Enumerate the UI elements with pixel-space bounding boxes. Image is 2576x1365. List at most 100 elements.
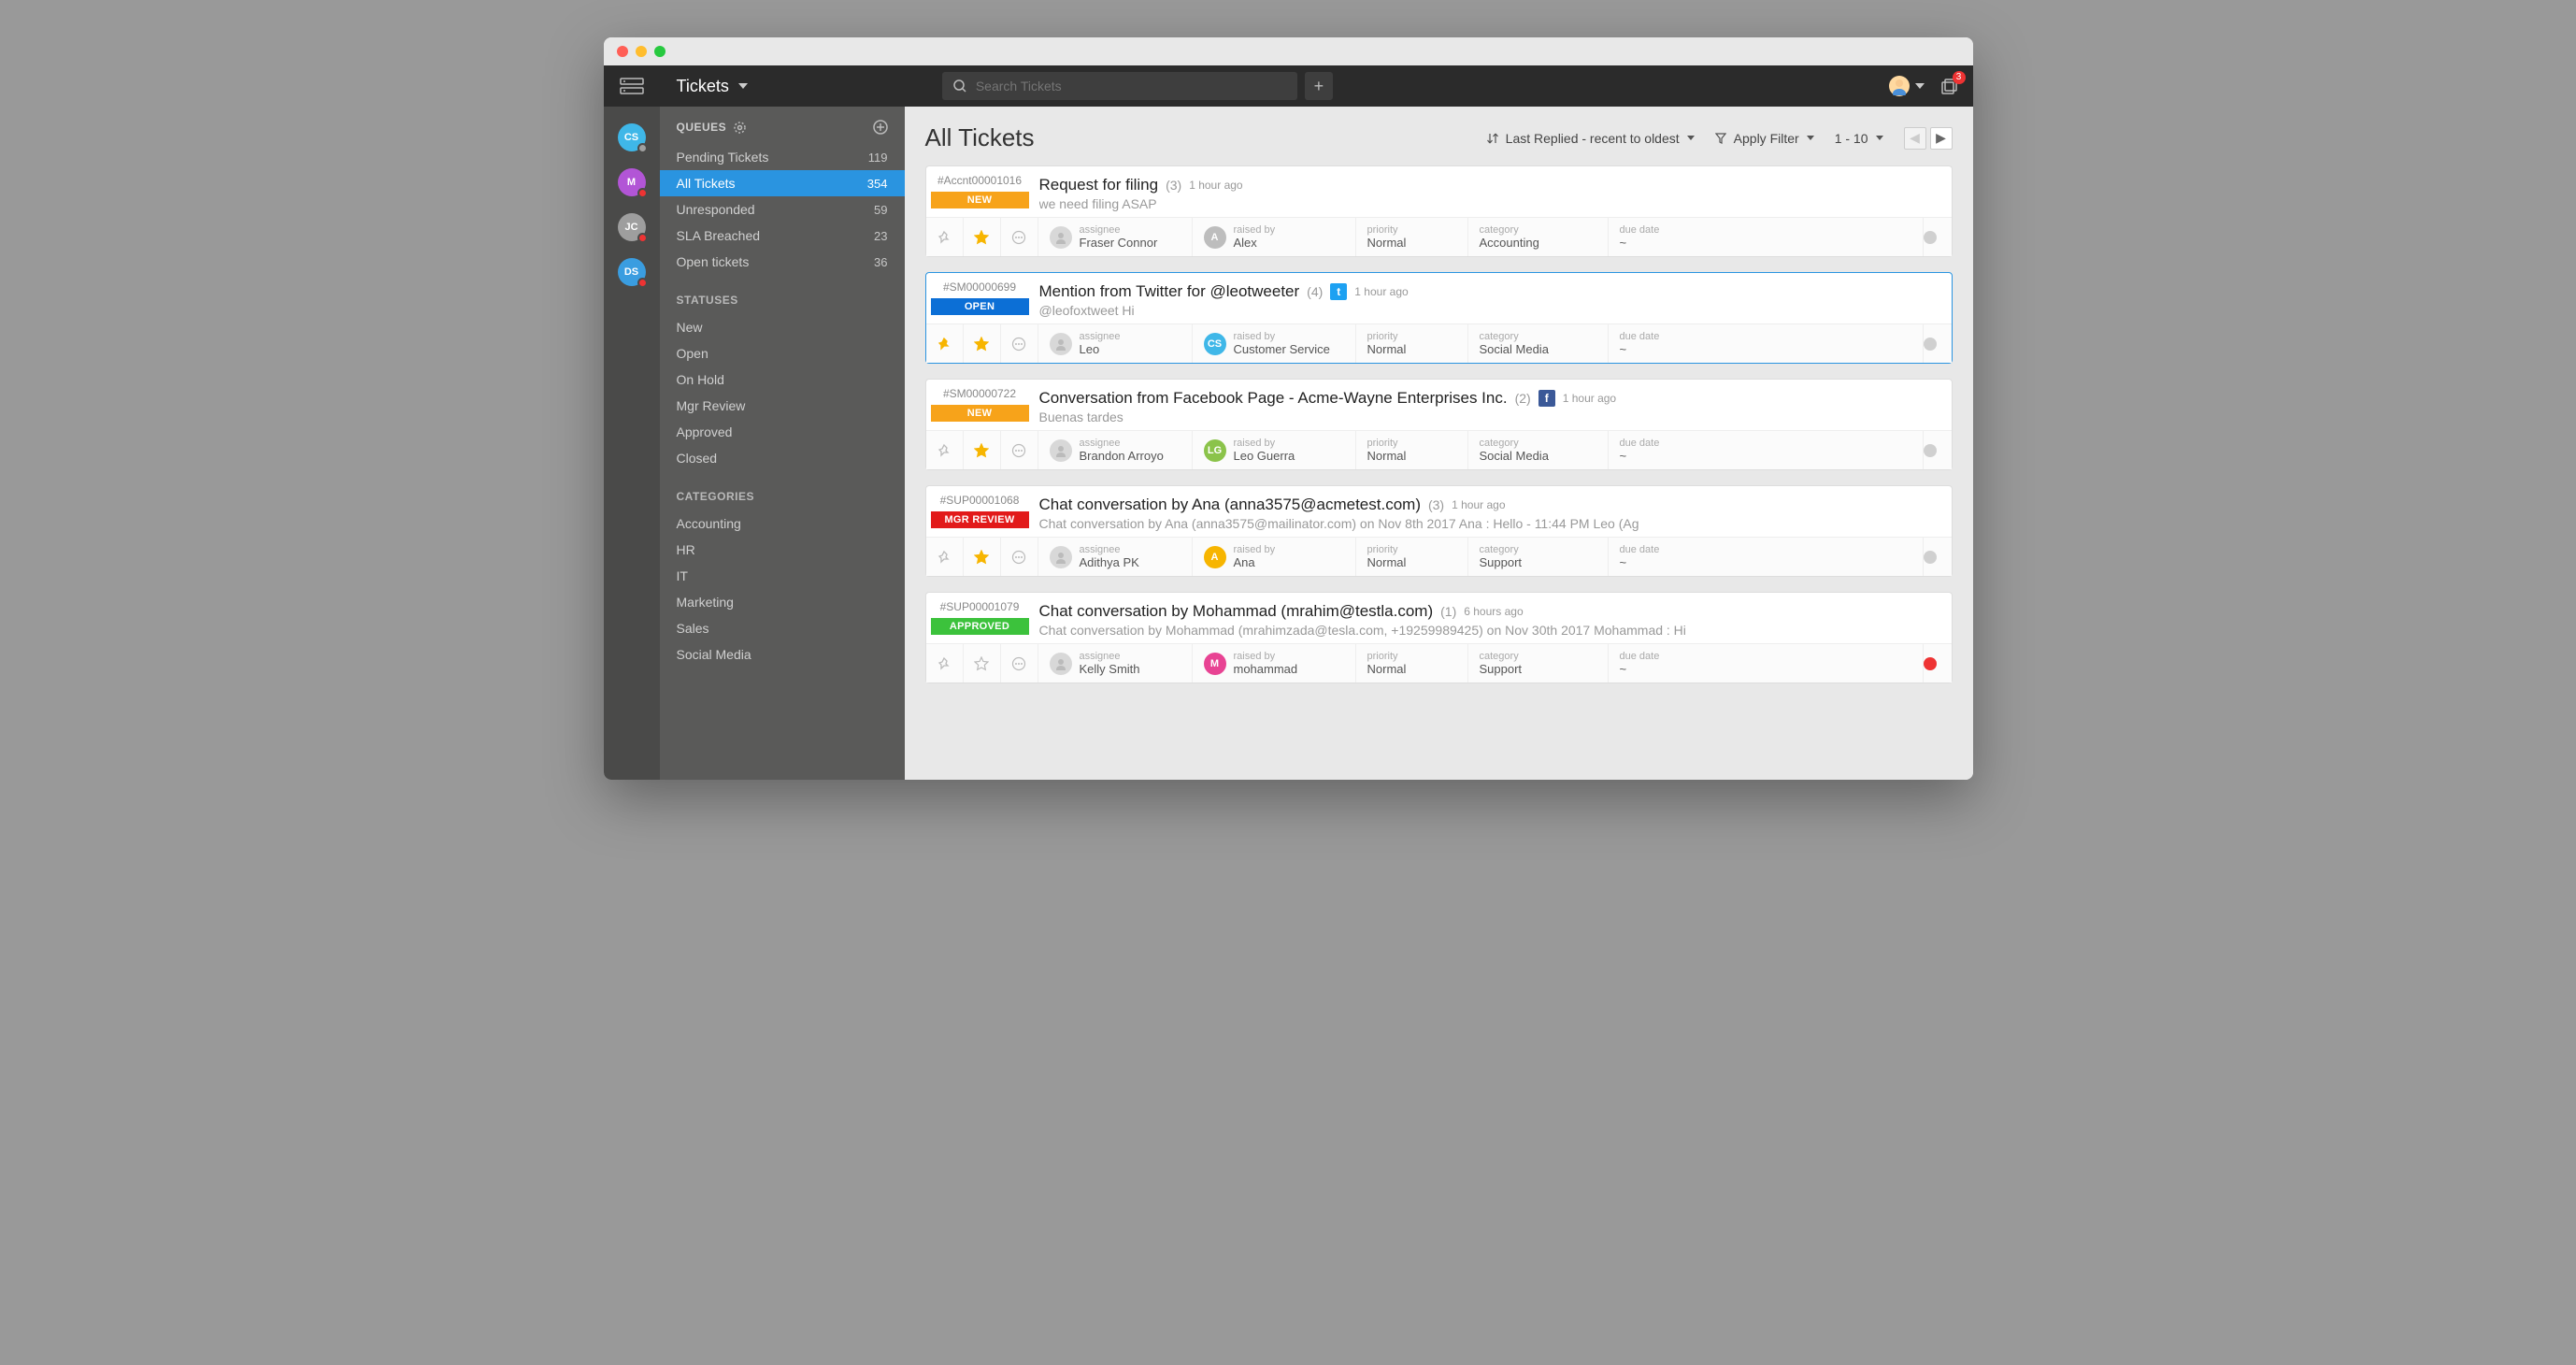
module-label: Tickets — [677, 77, 729, 96]
pin-button[interactable] — [926, 324, 964, 363]
status-dot-icon — [637, 143, 648, 153]
sidebar-status-item[interactable]: Approved — [660, 419, 905, 445]
sidebar-category-item[interactable]: Marketing — [660, 589, 905, 615]
ticket-card[interactable]: #SUP00001068 MGR REVIEW Chat conversatio… — [925, 485, 1953, 577]
ticket-time: 1 hour ago — [1563, 392, 1616, 405]
category-label: Social Media — [677, 647, 751, 662]
sidebar-category-item[interactable]: Social Media — [660, 641, 905, 668]
sidebar-queue-item[interactable]: All Tickets354 — [660, 170, 905, 196]
star-button[interactable] — [964, 431, 1001, 469]
filter-icon — [1715, 133, 1726, 144]
window-minimize-icon[interactable] — [636, 46, 647, 57]
assignee-name: Brandon Arroyo — [1080, 449, 1164, 463]
sidebar-status-item[interactable]: Open — [660, 340, 905, 366]
meta-label: category — [1480, 544, 1523, 555]
ticket-subject: Request for filing — [1039, 176, 1159, 194]
app-window: Tickets + 3 CS M JC DS QUEUES — [604, 37, 1973, 780]
filter-control[interactable]: Apply Filter — [1715, 131, 1814, 146]
ticket-id: #SUP00001079 — [926, 600, 1034, 617]
status-label: Closed — [677, 451, 718, 466]
range-control[interactable]: 1 - 10 — [1835, 131, 1883, 146]
search-input[interactable] — [976, 79, 1286, 93]
sla-dot-icon — [1924, 231, 1937, 244]
sidebar-status-item[interactable]: New — [660, 314, 905, 340]
chevron-down-icon — [1915, 83, 1925, 89]
meta-label: assignee — [1080, 331, 1121, 342]
pin-button[interactable] — [926, 218, 964, 256]
star-button[interactable] — [964, 644, 1001, 682]
status-badge: MGR REVIEW — [931, 511, 1029, 528]
pin-button[interactable] — [926, 538, 964, 576]
queue-label: All Tickets — [677, 176, 736, 191]
status-badge: NEW — [931, 192, 1029, 208]
workspace-avatar[interactable]: JC — [618, 213, 646, 241]
sidebar-status-item[interactable]: Closed — [660, 445, 905, 471]
raised-by-name: Ana — [1234, 555, 1276, 569]
sidebar-category-item[interactable]: HR — [660, 537, 905, 563]
more-button[interactable] — [1001, 324, 1038, 363]
star-button[interactable] — [964, 538, 1001, 576]
ticket-card[interactable]: #SM00000699 OPEN Mention from Twitter fo… — [925, 272, 1953, 364]
person-avatar-icon: CS — [1204, 333, 1226, 355]
pin-button[interactable] — [926, 431, 964, 469]
next-page-button[interactable]: ▶ — [1930, 127, 1953, 150]
sidebar-category-item[interactable]: Sales — [660, 615, 905, 641]
user-menu[interactable] — [1889, 76, 1925, 96]
reply-count: (3) — [1428, 497, 1444, 512]
more-button[interactable] — [1001, 431, 1038, 469]
notifications-button[interactable]: 3 — [1939, 77, 1958, 95]
add-button[interactable]: + — [1305, 72, 1333, 100]
sort-icon — [1487, 132, 1498, 145]
add-queue-button[interactable] — [873, 120, 888, 135]
workspace-avatar[interactable]: DS — [618, 258, 646, 286]
sort-control[interactable]: Last Replied - recent to oldest — [1487, 131, 1695, 146]
sidebar-category-item[interactable]: IT — [660, 563, 905, 589]
prev-page-button[interactable]: ◀ — [1904, 127, 1926, 150]
pin-button[interactable] — [926, 644, 964, 682]
star-button[interactable] — [964, 324, 1001, 363]
reply-count: (4) — [1307, 284, 1323, 299]
sidebar-queue-item[interactable]: Unresponded59 — [660, 196, 905, 223]
ticket-subject: Mention from Twitter for @leotweeter — [1039, 282, 1300, 301]
search-box[interactable] — [942, 72, 1297, 100]
chevron-down-icon — [1687, 136, 1695, 140]
status-badge: OPEN — [931, 298, 1029, 315]
meta-label: raised by — [1234, 331, 1330, 342]
sidebar-status-item[interactable]: Mgr Review — [660, 393, 905, 419]
notif-badge: 3 — [1953, 71, 1966, 84]
raised-by-name: mohammad — [1234, 662, 1298, 676]
assignee-name: Kelly Smith — [1080, 662, 1140, 676]
sidebar-status-item[interactable]: On Hold — [660, 366, 905, 393]
more-button[interactable] — [1001, 538, 1038, 576]
queue-count: 59 — [874, 203, 887, 217]
priority-value: Normal — [1367, 236, 1407, 250]
gear-icon[interactable] — [734, 122, 746, 134]
module-switcher[interactable]: Tickets — [660, 77, 765, 96]
workspace-avatar[interactable]: CS — [618, 123, 646, 151]
more-button[interactable] — [1001, 218, 1038, 256]
meta-label: assignee — [1080, 544, 1139, 555]
star-button[interactable] — [964, 218, 1001, 256]
meta-label: due date — [1620, 224, 1660, 236]
window-close-icon[interactable] — [617, 46, 628, 57]
ticket-card[interactable]: #SM00000722 NEW Conversation from Facebo… — [925, 379, 1953, 470]
raised-by-name: Alex — [1234, 236, 1276, 250]
ticket-subject: Chat conversation by Mohammad (mrahim@te… — [1039, 602, 1434, 621]
more-button[interactable] — [1001, 644, 1038, 682]
sidebar-queue-item[interactable]: Open tickets36 — [660, 249, 905, 275]
queue-label: SLA Breached — [677, 228, 761, 243]
ticket-card[interactable]: #SUP00001079 APPROVED Chat conversation … — [925, 592, 1953, 683]
window-zoom-icon[interactable] — [654, 46, 665, 57]
reply-count: (1) — [1440, 604, 1456, 619]
category-label: IT — [677, 568, 688, 583]
sidebar-category-item[interactable]: Accounting — [660, 510, 905, 537]
sidebar-queue-item[interactable]: SLA Breached23 — [660, 223, 905, 249]
raised-by-name: Customer Service — [1234, 342, 1330, 356]
server-icon[interactable] — [604, 78, 660, 94]
person-avatar-icon: M — [1204, 653, 1226, 675]
queues-header: QUEUES — [677, 121, 727, 134]
sidebar-queue-item[interactable]: Pending Tickets119 — [660, 144, 905, 170]
workspace-avatar[interactable]: M — [618, 168, 646, 196]
ticket-card[interactable]: #Accnt00001016 NEW Request for filing (3… — [925, 165, 1953, 257]
ticket-preview: @leofoxtweet Hi — [1039, 303, 1712, 318]
